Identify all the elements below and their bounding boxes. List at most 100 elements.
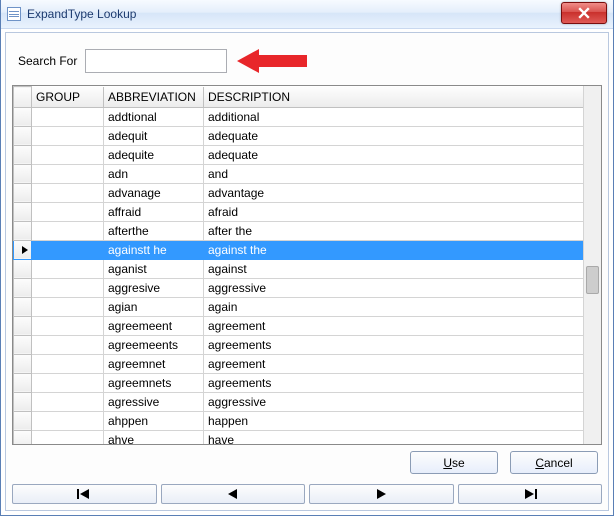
vertical-scrollbar[interactable] [583,86,601,444]
cell-abbr[interactable]: agreemeents [104,335,204,354]
cell-abbr[interactable]: adn [104,164,204,183]
cell-abbr[interactable]: againstt he [104,240,204,259]
cell-abbr[interactable]: agressive [104,392,204,411]
table-row[interactable]: addtionaladditional [14,107,601,126]
table-row[interactable]: affraidafraid [14,202,601,221]
cell-group[interactable] [32,373,104,392]
row-header[interactable] [14,354,32,373]
cell-group[interactable] [32,145,104,164]
cell-group[interactable] [32,183,104,202]
col-header-abbr[interactable]: ABBREVIATION [104,87,204,108]
row-header[interactable] [14,145,32,164]
table-row[interactable]: ahppenhappen [14,411,601,430]
table-row[interactable]: againstt heagainst the [14,240,601,259]
cell-abbr[interactable]: agreemeent [104,316,204,335]
cell-desc[interactable]: additional [204,107,601,126]
nav-next-button[interactable] [309,484,454,504]
search-input[interactable] [85,49,227,73]
row-header[interactable] [14,278,32,297]
cell-desc[interactable]: against the [204,240,601,259]
cell-desc[interactable]: adequate [204,126,601,145]
table-row[interactable]: agreemnetsagreements [14,373,601,392]
cell-group[interactable] [32,126,104,145]
cell-abbr[interactable]: adequit [104,126,204,145]
row-header[interactable] [14,297,32,316]
row-header[interactable] [14,240,32,259]
cell-desc[interactable]: advantage [204,183,601,202]
table-row[interactable]: agianagain [14,297,601,316]
table-row[interactable]: advanageadvantage [14,183,601,202]
cell-desc[interactable]: agreements [204,373,601,392]
cell-abbr[interactable]: afterthe [104,221,204,240]
cell-group[interactable] [32,316,104,335]
nav-prev-button[interactable] [161,484,306,504]
col-header-desc[interactable]: DESCRIPTION [204,87,601,108]
cell-desc[interactable]: aggressive [204,278,601,297]
col-header-group[interactable]: GROUP [32,87,104,108]
cell-abbr[interactable]: aggresive [104,278,204,297]
row-header[interactable] [14,430,32,444]
cell-desc[interactable]: after the [204,221,601,240]
cell-desc[interactable]: again [204,297,601,316]
cell-desc[interactable]: against [204,259,601,278]
cell-group[interactable] [32,335,104,354]
cell-abbr[interactable]: ahppen [104,411,204,430]
cell-group[interactable] [32,278,104,297]
cell-group[interactable] [32,221,104,240]
table-row[interactable]: adnand [14,164,601,183]
row-header[interactable] [14,259,32,278]
cell-abbr[interactable]: advanage [104,183,204,202]
cell-group[interactable] [32,392,104,411]
cancel-button[interactable]: Cancel [510,451,598,474]
data-grid[interactable]: GROUP ABBREVIATION DESCRIPTION addtional… [12,85,602,445]
close-button[interactable] [561,2,607,24]
cell-group[interactable] [32,107,104,126]
table-row[interactable]: agreemeentsagreements [14,335,601,354]
row-header[interactable] [14,316,32,335]
table-row[interactable]: aganistagainst [14,259,601,278]
cell-abbr[interactable]: aganist [104,259,204,278]
table-row[interactable]: adequitadequate [14,126,601,145]
row-header[interactable] [14,221,32,240]
table-row[interactable]: aftertheafter the [14,221,601,240]
cell-group[interactable] [32,430,104,444]
row-header[interactable] [14,373,32,392]
table-row[interactable]: adequiteadequate [14,145,601,164]
use-button[interactable]: Use [410,451,498,474]
cell-group[interactable] [32,259,104,278]
table-row[interactable]: ahvehave [14,430,601,444]
row-header[interactable] [14,107,32,126]
cell-abbr[interactable]: adequite [104,145,204,164]
cell-group[interactable] [32,411,104,430]
cell-abbr[interactable]: addtional [104,107,204,126]
cell-desc[interactable]: adequate [204,145,601,164]
table-row[interactable]: agressiveaggressive [14,392,601,411]
nav-first-button[interactable] [12,484,157,504]
row-header[interactable] [14,411,32,430]
cell-abbr[interactable]: affraid [104,202,204,221]
row-header[interactable] [14,202,32,221]
row-header[interactable] [14,335,32,354]
row-header[interactable] [14,392,32,411]
scroll-thumb[interactable] [586,266,599,294]
cell-desc[interactable]: agreement [204,316,601,335]
row-header[interactable] [14,164,32,183]
cell-desc[interactable]: afraid [204,202,601,221]
cell-group[interactable] [32,297,104,316]
cell-desc[interactable]: have [204,430,601,444]
table-row[interactable]: aggresiveaggressive [14,278,601,297]
cell-group[interactable] [32,354,104,373]
nav-last-button[interactable] [458,484,603,504]
cell-abbr[interactable]: ahve [104,430,204,444]
row-header[interactable] [14,126,32,145]
cell-group[interactable] [32,164,104,183]
cell-abbr[interactable]: agreemnet [104,354,204,373]
cell-desc[interactable]: agreement [204,354,601,373]
cell-abbr[interactable]: agian [104,297,204,316]
cell-desc[interactable]: agreements [204,335,601,354]
cell-abbr[interactable]: agreemnets [104,373,204,392]
table-row[interactable]: agreemeentagreement [14,316,601,335]
cell-group[interactable] [32,240,104,259]
cell-desc[interactable]: aggressive [204,392,601,411]
cell-desc[interactable]: happen [204,411,601,430]
